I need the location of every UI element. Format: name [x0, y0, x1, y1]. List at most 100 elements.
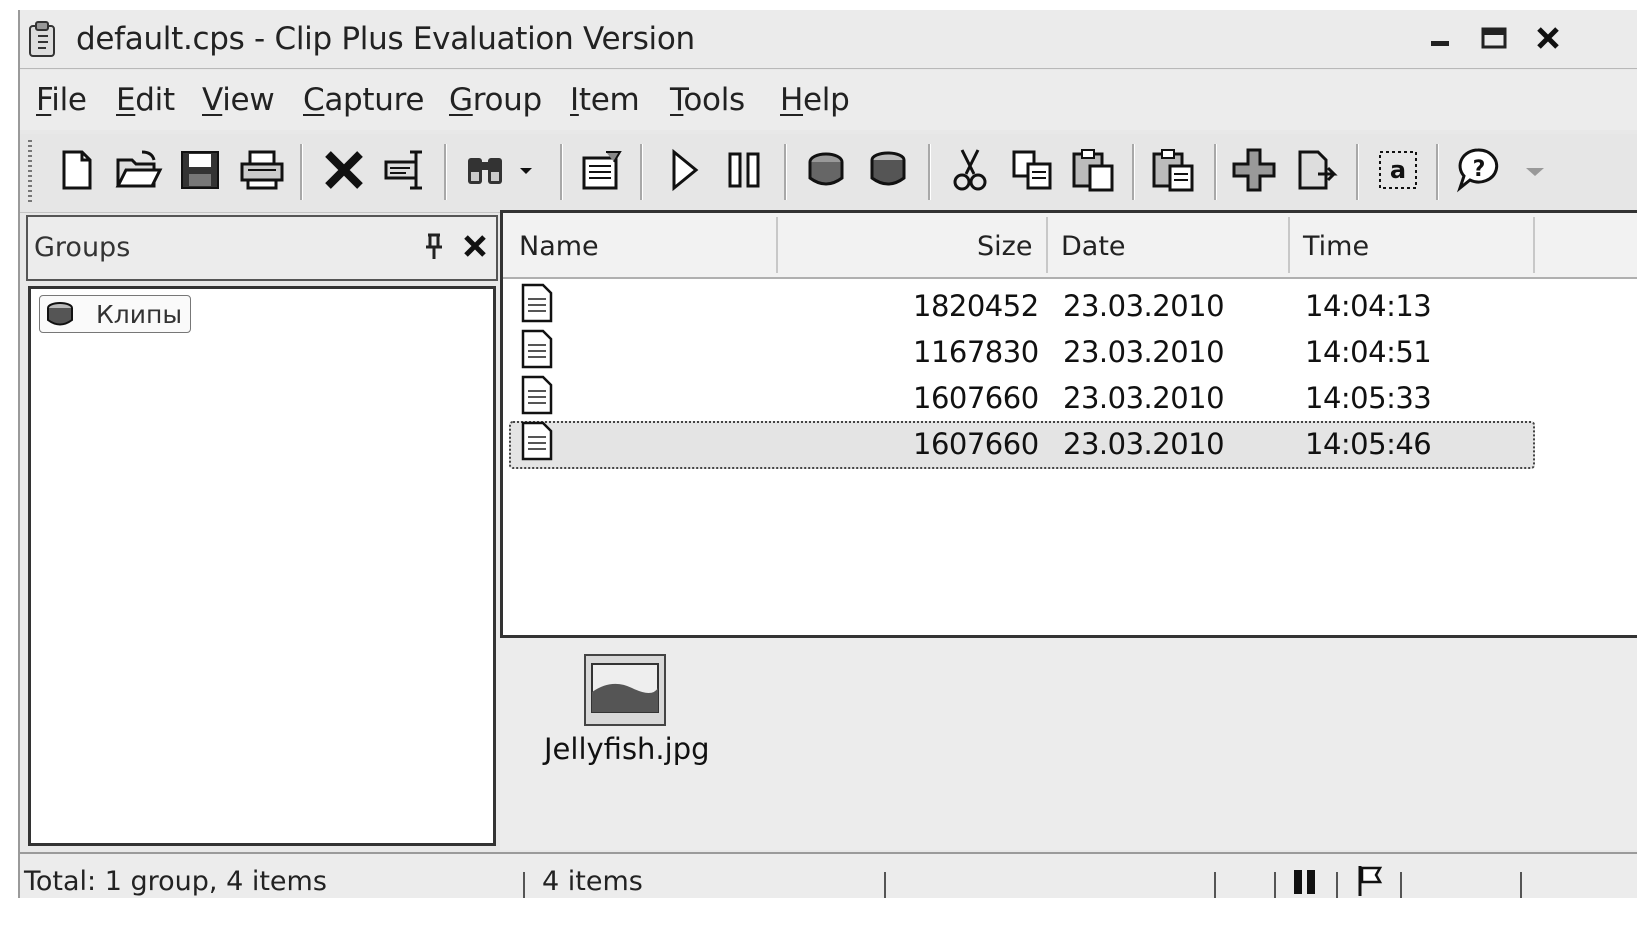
status-divider: [1336, 872, 1338, 898]
find-dropdown[interactable]: [514, 144, 538, 196]
column-header-name[interactable]: Name: [519, 231, 599, 262]
paste-icon: [1072, 149, 1114, 192]
open-button[interactable]: [112, 144, 164, 196]
group-open-icon: [808, 152, 844, 186]
table-row[interactable]: 1820452 23.03.2010 14:04:13: [503, 283, 1637, 329]
column-header-time[interactable]: Time: [1303, 231, 1369, 262]
menu-capture[interactable]: Capture: [303, 82, 424, 118]
overflow-icon: [1526, 168, 1544, 176]
export-icon: [1298, 150, 1338, 190]
toolbar-grip[interactable]: [28, 140, 32, 202]
group-close-icon: [870, 151, 906, 186]
column-divider[interactable]: [1288, 217, 1290, 273]
maximize-button[interactable]: [1472, 16, 1516, 60]
table-row[interactable]: 1167830 23.03.2010 14:04:51: [503, 329, 1637, 375]
column-divider[interactable]: [776, 217, 778, 273]
copy-button[interactable]: [1006, 144, 1058, 196]
help-button[interactable]: ?: [1452, 144, 1504, 196]
open-icon: [115, 150, 163, 188]
thumbnail-filename: Jellyfish.jpg: [544, 732, 710, 766]
menu-help[interactable]: Help: [780, 82, 850, 118]
pause-button[interactable]: [718, 144, 770, 196]
toolbar-overflow[interactable]: [1520, 144, 1550, 196]
minimize-button[interactable]: [1418, 16, 1462, 60]
cell-size: 1607660: [913, 427, 1039, 461]
properties-button[interactable]: [576, 144, 628, 196]
text-button[interactable]: a: [1372, 144, 1424, 196]
menu-tools[interactable]: Tools: [670, 82, 745, 118]
column-divider[interactable]: [1533, 217, 1535, 273]
cut-button[interactable]: [944, 144, 996, 196]
menu-group[interactable]: Group: [449, 82, 542, 118]
help-icon: ?: [1456, 148, 1499, 193]
cut-icon: [953, 149, 987, 191]
export-button[interactable]: [1290, 144, 1342, 196]
column-header-date[interactable]: Date: [1061, 231, 1126, 262]
pin-icon[interactable]: [420, 231, 448, 261]
cell-time: 14:04:51: [1305, 335, 1432, 369]
add-button[interactable]: [1228, 144, 1280, 196]
toolbar-separator: [1214, 144, 1217, 200]
pane-close-icon[interactable]: [460, 231, 490, 261]
cell-date: 23.03.2010: [1063, 289, 1225, 323]
minimize-icon: [1431, 41, 1449, 46]
maximize-icon: [1481, 27, 1507, 49]
preview-pane: Jellyfish.jpg: [500, 638, 1637, 850]
properties-icon: [582, 151, 622, 190]
cell-time: 14:05:33: [1305, 381, 1432, 415]
status-items: 4 items: [542, 866, 643, 897]
group-node-clips[interactable]: Клипы: [39, 295, 191, 333]
paste-special-icon: [1152, 149, 1194, 192]
app-window: default.cps - Clip Plus Evaluation Versi…: [18, 10, 1637, 898]
dropdown-arrow-icon: [520, 168, 532, 174]
save-button[interactable]: [174, 144, 226, 196]
status-divider: [523, 872, 525, 898]
paste-special-button[interactable]: [1148, 144, 1200, 196]
column-header-size[interactable]: Size: [977, 231, 1032, 262]
menu-file[interactable]: File: [36, 82, 87, 118]
close-icon: [1537, 27, 1559, 49]
cell-date: 23.03.2010: [1063, 427, 1225, 461]
find-icon: [468, 158, 502, 184]
play-button[interactable]: [658, 144, 710, 196]
groups-tree: Клипы: [28, 286, 496, 846]
play-icon: [672, 148, 699, 192]
toolbar-separator: [444, 144, 447, 200]
column-divider[interactable]: [1046, 217, 1048, 273]
rename-button[interactable]: [380, 144, 432, 196]
table-row-selected[interactable]: 1607660 23.03.2010 14:05:46: [503, 421, 1637, 469]
cell-time: 14:05:46: [1305, 427, 1432, 461]
pause-status-icon[interactable]: [1290, 866, 1320, 898]
cell-date: 23.03.2010: [1063, 381, 1225, 415]
flag-icon[interactable]: [1354, 864, 1388, 898]
new-button[interactable]: [50, 144, 102, 196]
status-total: Total: 1 group, 4 items: [24, 866, 327, 897]
groups-pane-header: Groups: [26, 215, 498, 281]
add-icon: [1232, 148, 1276, 192]
print-button[interactable]: [236, 144, 288, 196]
image-thumbnail[interactable]: [584, 654, 666, 726]
find-button[interactable]: [460, 144, 512, 196]
menu-edit[interactable]: Edit: [116, 82, 175, 118]
paste-button[interactable]: [1068, 144, 1120, 196]
rename-icon: [384, 150, 422, 190]
group-close-button[interactable]: [862, 144, 914, 196]
status-bar: Total: 1 group, 4 items 4 items: [20, 852, 1637, 898]
table-row[interactable]: 1607660 23.03.2010 14:05:33: [503, 375, 1637, 421]
menu-view[interactable]: View: [202, 82, 275, 118]
copy-icon: [1012, 150, 1052, 190]
cell-time: 14:04:13: [1305, 289, 1432, 323]
close-button[interactable]: [1526, 16, 1570, 60]
clipboard-app-icon: [29, 21, 55, 57]
delete-button[interactable]: [318, 144, 370, 196]
group-open-button[interactable]: [800, 144, 852, 196]
save-icon: [181, 151, 219, 189]
cell-size: 1167830: [913, 335, 1039, 369]
print-icon: [240, 150, 284, 190]
menu-bar: File Edit View Capture Group Item Tools …: [20, 70, 1637, 130]
toolbar-separator: [300, 144, 303, 200]
toolbar-separator: [640, 144, 643, 200]
menu-item[interactable]: Item: [570, 82, 640, 118]
toolbar-separator: [1436, 144, 1439, 200]
status-divider: [1520, 872, 1522, 898]
